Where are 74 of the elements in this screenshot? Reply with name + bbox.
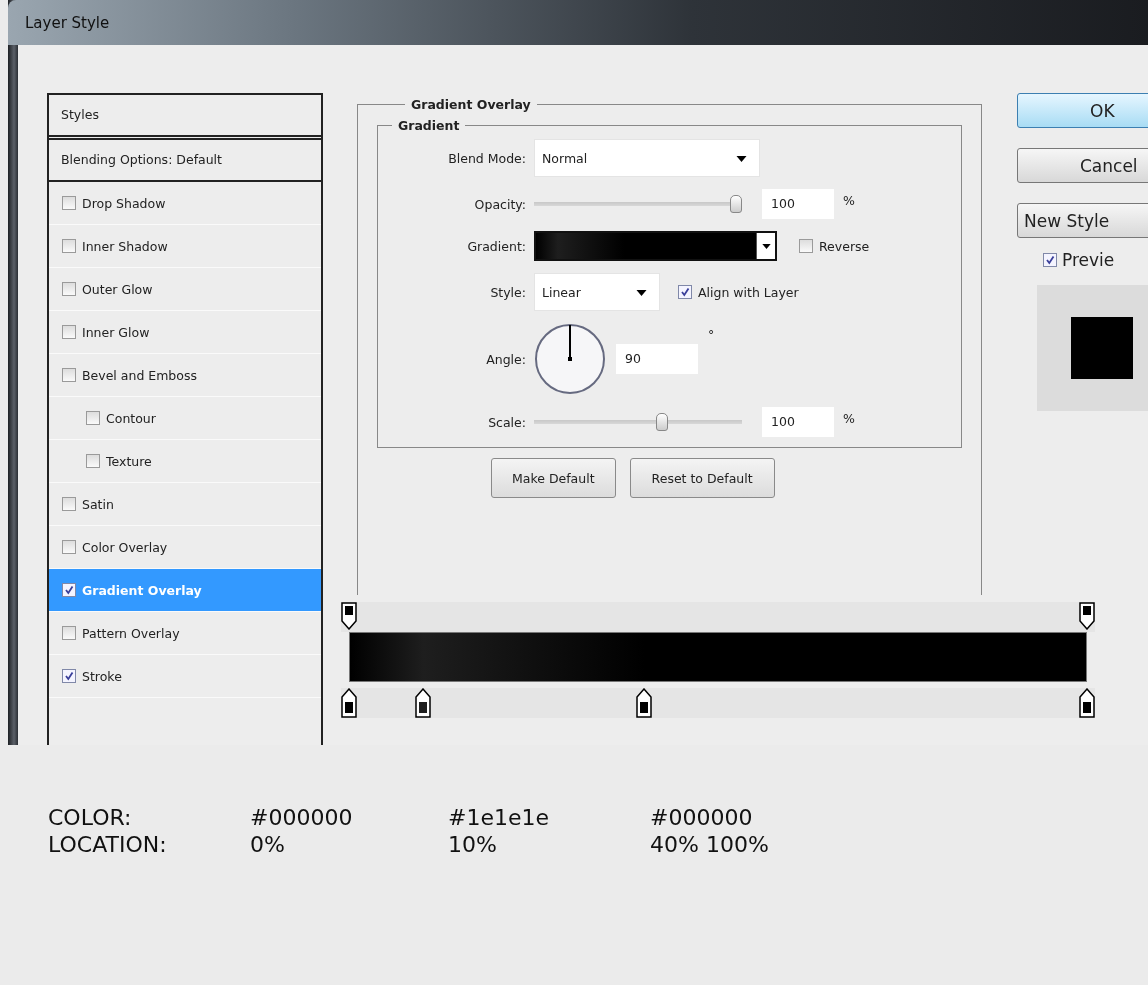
- color-stop-icon[interactable]: [414, 688, 431, 718]
- dialog-button[interactable]: New Style: [1017, 203, 1148, 238]
- checkbox[interactable]: [62, 239, 76, 253]
- dialog-button[interactable]: Make Default: [491, 458, 616, 498]
- checkbox[interactable]: [62, 368, 76, 382]
- field-label: Gradient:: [466, 238, 526, 254]
- group-title: Gradient: [397, 118, 461, 133]
- color-stop-icon[interactable]: [341, 688, 357, 718]
- dialog-button[interactable]: Reset to Default: [629, 458, 775, 498]
- scale-input[interactable]: 100: [762, 407, 834, 437]
- list-item[interactable]: Pattern Overlay: [49, 612, 321, 655]
- caret-icon: [636, 290, 647, 296]
- field-label: Blend Mode:: [447, 150, 526, 166]
- angle-dial[interactable]: [534, 323, 606, 395]
- checkbox[interactable]: [86, 454, 100, 468]
- field-label: Scale:: [487, 414, 526, 430]
- note-value: #1e1e1e: [448, 805, 551, 830]
- checkbox[interactable]: [678, 285, 692, 299]
- list-header[interactable]: Styles: [49, 95, 321, 140]
- list-item[interactable]: Inner Shadow: [49, 225, 321, 268]
- note-value: #000000: [650, 805, 754, 830]
- color-stop-icon[interactable]: [1079, 688, 1095, 718]
- field-label: Style:: [489, 284, 526, 300]
- note-value: 10%: [448, 832, 498, 857]
- preview-swatch: [1071, 317, 1133, 379]
- list-item[interactable]: Satin: [49, 483, 321, 526]
- section-title: Gradient Overlay: [410, 97, 532, 112]
- opacity-input[interactable]: 100: [762, 189, 834, 219]
- checkbox-label: Align with Layer: [698, 284, 799, 300]
- opacity-stop-icon[interactable]: [1079, 602, 1095, 630]
- list-item[interactable]: Contour: [49, 397, 321, 440]
- list-item[interactable]: Stroke: [49, 655, 321, 698]
- window-title: Layer Style: [25, 13, 110, 32]
- checkbox[interactable]: [62, 583, 76, 597]
- list-item[interactable]: Drop Shadow: [49, 182, 321, 225]
- field-label: Angle:: [485, 351, 526, 367]
- checkbox[interactable]: [62, 669, 76, 683]
- list-item[interactable]: Texture: [49, 440, 321, 483]
- checkbox[interactable]: [62, 540, 76, 554]
- checkbox[interactable]: [86, 411, 100, 425]
- note-label: LOCATION:: [48, 832, 168, 857]
- checkbox[interactable]: [62, 325, 76, 339]
- checkbox[interactable]: [62, 196, 76, 210]
- angle-input[interactable]: 90: [616, 344, 698, 374]
- style-dropdown[interactable]: Linear: [534, 273, 660, 311]
- note-value: 40% 100%: [650, 832, 770, 857]
- checkbox[interactable]: [62, 282, 76, 296]
- list-item[interactable]: Inner Glow: [49, 311, 321, 354]
- checkbox[interactable]: [1043, 253, 1057, 267]
- note-label: COLOR:: [48, 805, 133, 830]
- checkbox[interactable]: [62, 497, 76, 511]
- caret-icon: [736, 156, 747, 162]
- unit-label: °: [708, 327, 715, 342]
- slider-thumb[interactable]: [730, 195, 742, 213]
- opacity-stop-icon[interactable]: [341, 602, 357, 630]
- checkbox-label: Reverse: [819, 238, 870, 254]
- caret-icon: [761, 243, 771, 249]
- checkbox[interactable]: [62, 626, 76, 640]
- checkbox[interactable]: [799, 239, 813, 253]
- note-value: 0%: [250, 832, 286, 857]
- blend-mode-dropdown[interactable]: Normal: [534, 139, 760, 177]
- note-value: #000000: [250, 805, 354, 830]
- color-stop-icon[interactable]: [636, 688, 653, 718]
- gradient-picker[interactable]: [534, 231, 777, 261]
- checkbox-label: Previe: [1062, 250, 1115, 270]
- field-label: Opacity:: [473, 196, 526, 212]
- list-item[interactable]: Bevel and Emboss: [49, 354, 321, 397]
- dialog-button[interactable]: OK: [1017, 93, 1148, 128]
- unit-label: %: [843, 193, 855, 208]
- list-item[interactable]: Outer Glow: [49, 268, 321, 311]
- list-item[interactable]: Blending Options: Default: [49, 140, 321, 182]
- slider-thumb[interactable]: [655, 413, 668, 431]
- dialog-button[interactable]: Cancel: [1017, 148, 1148, 183]
- unit-label: %: [843, 411, 855, 426]
